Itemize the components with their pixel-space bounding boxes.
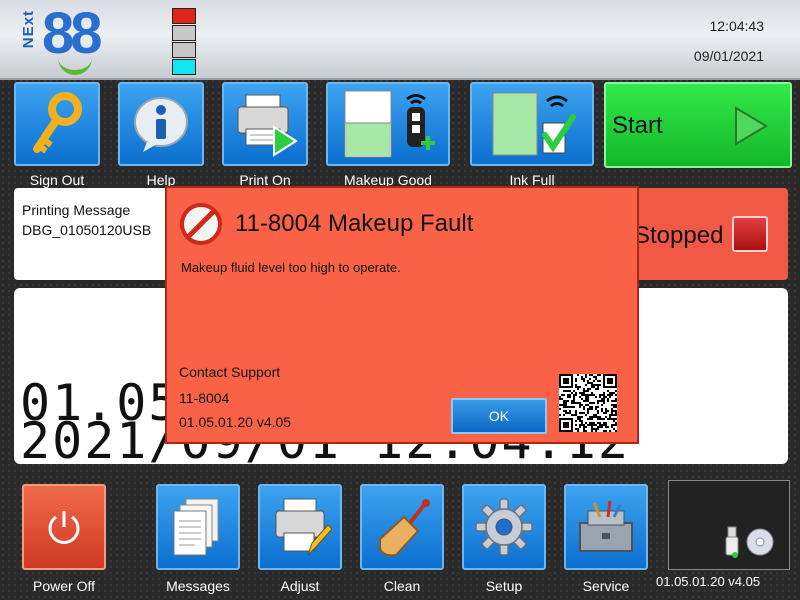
- toolbox-icon: [579, 500, 633, 552]
- usb-icon: [725, 526, 739, 558]
- beacon-light-2: [172, 25, 196, 41]
- printing-message-label: Printing Message: [22, 202, 131, 218]
- beacon-red-light: [172, 8, 196, 24]
- no-entry-icon: [180, 203, 222, 245]
- print-on-button[interactable]: Print On: [222, 82, 308, 188]
- key-icon: [33, 92, 82, 154]
- status-beacon: [172, 8, 196, 76]
- power-off-button[interactable]: Power Off: [22, 484, 106, 594]
- documents-icon: [173, 498, 219, 556]
- messages-button[interactable]: Messages: [156, 484, 240, 594]
- sign-out-button[interactable]: Sign Out: [14, 82, 100, 188]
- fault-code-text: 11-8004: [179, 390, 230, 406]
- beacon-cyan-light: [172, 59, 196, 75]
- clock: 12:04:43 09/01/2021: [694, 18, 764, 64]
- start-label: Start: [612, 112, 663, 139]
- ink-level-check-icon: [492, 92, 576, 156]
- status-led-icon: [732, 216, 768, 252]
- clock-date: 09/01/2021: [693, 48, 764, 64]
- setup-button[interactable]: Setup: [462, 484, 546, 594]
- makeup-good-button[interactable]: Makeup Good: [326, 82, 450, 188]
- logo-next-text: NExt: [20, 10, 37, 49]
- cleaning-bottle-icon: [379, 499, 430, 557]
- dialog-title: 11-8004 Makeup Fault: [235, 210, 474, 237]
- sign-out-label: Sign Out: [29, 172, 85, 188]
- makeup-level-remote-icon: [344, 90, 435, 158]
- gear-icon: [475, 498, 533, 556]
- contact-support-text: Contact Support: [179, 364, 281, 380]
- clean-button[interactable]: Clean: [360, 484, 444, 594]
- play-arrow-icon: [735, 106, 768, 146]
- version-text: 01.05.01.20 v4.05: [656, 574, 761, 589]
- printer-play-icon: [237, 94, 298, 157]
- dialog-description: Makeup fluid level too high to operate.: [181, 260, 401, 275]
- qr-code-icon[interactable]: [559, 374, 617, 432]
- fault-dialog: 11-8004 Makeup Fault Makeup fluid level …: [165, 186, 639, 444]
- logo-swoosh: [58, 54, 92, 75]
- printing-message-name: DBG_01050120USB: [22, 222, 152, 238]
- clean-label: Clean: [383, 578, 421, 594]
- dialog-version-text: 01.05.01.20 v4.05: [179, 414, 292, 430]
- service-label: Service: [582, 578, 630, 594]
- info-icon: [134, 97, 188, 152]
- ok-button[interactable]: OK: [451, 398, 547, 434]
- printer-status-text: Stopped: [634, 222, 724, 249]
- beacon-light-3: [172, 42, 196, 58]
- clock-time: 12:04:43: [709, 18, 765, 34]
- header-bar: NExt 88 12:04:43 09/01/2021: [0, 0, 800, 80]
- adjust-label: Adjust: [280, 578, 320, 594]
- printer-pencil-icon: [275, 498, 332, 556]
- power-icon: [48, 511, 80, 544]
- power-off-label: Power Off: [33, 578, 95, 594]
- ink-full-button[interactable]: Ink Full: [470, 82, 594, 188]
- start-button[interactable]: Start: [604, 82, 792, 168]
- adjust-button[interactable]: Adjust: [258, 484, 342, 594]
- next88-logo: NExt 88: [20, 1, 130, 75]
- help-button[interactable]: Help: [118, 82, 204, 188]
- disc-icon: [746, 528, 774, 556]
- service-button[interactable]: Service: [564, 484, 648, 594]
- messages-label: Messages: [166, 578, 230, 594]
- device-info-panel: [668, 480, 790, 570]
- setup-label: Setup: [485, 578, 523, 594]
